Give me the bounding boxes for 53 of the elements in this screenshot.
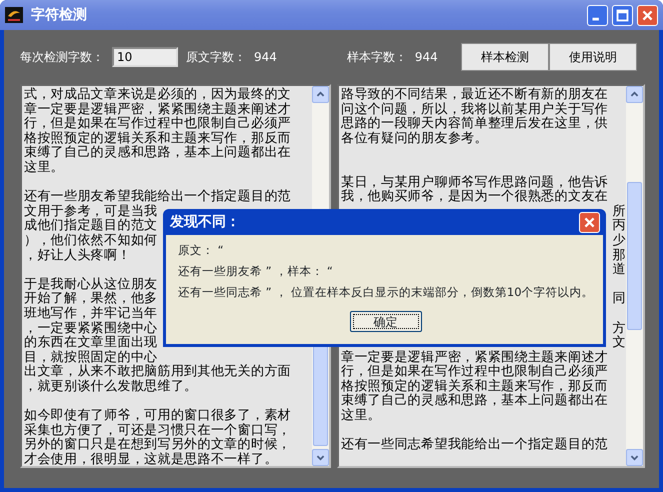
text-line: 这里。 [24, 160, 64, 175]
text-line: ），他们依然不知如何 [24, 232, 158, 248]
text-line: 我，他购买师爷，是因为一个很熟悉的文友在 [341, 189, 608, 204]
text-fragment: 那 [612, 248, 626, 263]
count-label: 每次检测字数： [20, 49, 104, 66]
text-line: 另外的窗口只是在想到写另外的文章的时候， [24, 437, 291, 452]
text-line: 班地写作，并牢记当年 [24, 306, 158, 321]
text-line: ，就更别谈什么发散思维了。 [24, 378, 198, 394]
text-line: 各位有疑问的朋友参考。 [341, 130, 488, 146]
sample-count: 944 [414, 49, 438, 66]
text-fragment: 所 [612, 204, 626, 219]
text-line: 才会使用，很明显，这就是思路不一样了。 [24, 452, 278, 466]
dialog-title: 发现不同： [170, 212, 240, 232]
text-line: 采集也方便了，可还是习惯只在一个窗口写， [24, 422, 291, 438]
message-text: 还有一些朋友希 ” ，样本： “ [178, 264, 334, 279]
text-line: 这里。 [341, 408, 382, 424]
text-line: 思路的一段聊天内容简单整理后发在这里，供 [341, 116, 608, 132]
text-line: 出文章，从来不敢把脑筋用到其他无关的方面 [24, 364, 291, 380]
text-line: 还有一些同志希望我能给出一个指定题目的范 [341, 437, 608, 452]
text-fragment: 少 [612, 232, 626, 248]
original-count-label: 原文字数： [186, 49, 246, 66]
text-line: 还有一些朋友希望我能给出一个指定题目的范 [24, 189, 291, 204]
text-fragment: 丙 [612, 218, 626, 234]
text-line: ，一定要紧紧围绕中心 [24, 320, 158, 336]
text-line: 如今即使有了师爷，可用的窗口很多了，素材 [24, 408, 291, 424]
text-line: ，好让人头疼啊！ [24, 248, 131, 263]
text-fragment: 道 [612, 262, 626, 278]
text-line: 问这个问题，所以，我将以前某用户关于写作 [341, 102, 608, 117]
message-text: 还有一些同志希 ” ， 位置在样本反白显示的末端部分，倒数第10个字符以内。 [178, 285, 593, 300]
original-count: 944 [254, 49, 277, 66]
text-line: 于是我耐心从这位朋友 [24, 276, 158, 292]
text-fragment: 同 [612, 291, 626, 306]
text-line: 格按照预定的逻辑关系和主题来写作，那反而 [24, 130, 291, 146]
text-line: 目，就按照固定的中心 [24, 350, 158, 365]
text-fragment: 文 [612, 335, 626, 350]
text-fragment: 方 [612, 320, 626, 336]
text-line: 成他们指定题目的范文 [24, 218, 158, 234]
text-line: 式，对成品文章来说是必须的，因为最终的文 [24, 87, 291, 102]
text-line: 路导致的不同结果，最近还不断有新的朋友在 [341, 87, 608, 102]
message-text: 原文： “ [178, 243, 225, 258]
text-line: 束缚了自己的灵感和思路，基本上问题都出在 [341, 393, 608, 408]
text-line: 章一定要是逻辑严密，紧紧围绕主题来阐述才 [24, 102, 291, 117]
text-line: 文用于参考，可是当我 [24, 204, 158, 219]
text-line: 束缚了自己的灵感和思路，基本上问题都出在 [24, 145, 291, 160]
text-line: 格按照预定的逻辑关系和主题来写作，那反而 [341, 378, 608, 394]
text-line: 行，但是如果在写作过程中也限制自己必须严 [24, 116, 291, 132]
text-line: 行，但是如果在写作过程中也限制自己必须严 [341, 364, 608, 380]
sample-count-label: 样本字数： [346, 49, 407, 66]
text-line: 某日，与某用户聊师爷写作思路问题，他告诉 [341, 174, 608, 190]
text-line: 章一定要是逻辑严密，紧紧围绕主题来阐述才 [341, 350, 608, 365]
text-line: 的东西在文章里面出现 [24, 335, 158, 350]
text-line: 开始了解，果然，他多 [24, 291, 158, 306]
window-title: 字符检测 [31, 6, 87, 24]
